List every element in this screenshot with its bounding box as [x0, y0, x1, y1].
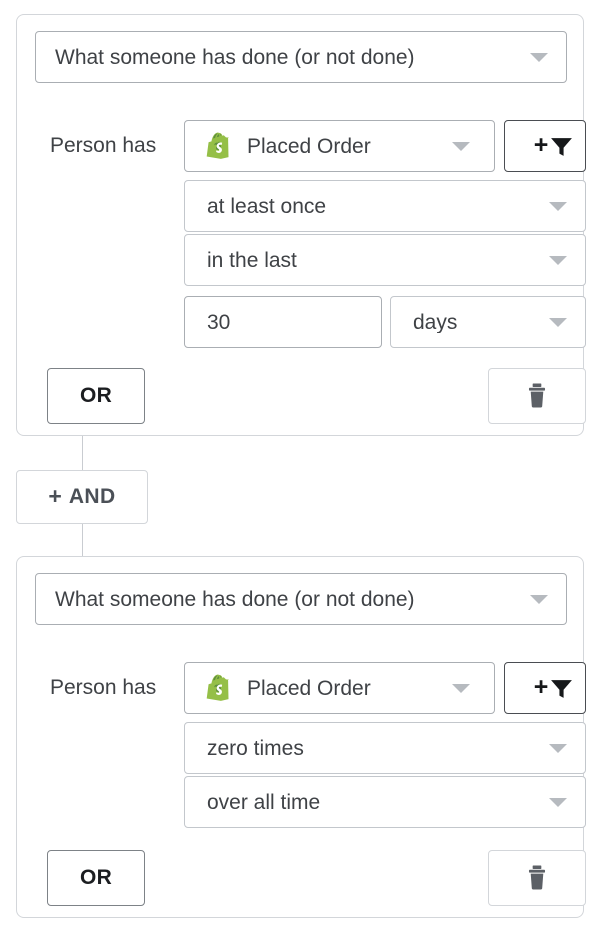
- add-and-condition-button[interactable]: + AND: [16, 470, 148, 524]
- shopify-icon: [204, 130, 236, 162]
- plus-sign: +: [533, 130, 549, 159]
- amount-input[interactable]: 30: [184, 296, 382, 348]
- and-label: AND: [68, 485, 116, 508]
- trigger-type-value: What someone has done (or not done): [55, 588, 415, 610]
- metric-select[interactable]: Placed Order: [184, 120, 495, 172]
- chevron-down-icon: [452, 684, 470, 693]
- condition-group: What someone has done (or not done) Pers…: [16, 556, 586, 918]
- chevron-down-icon: [549, 256, 567, 265]
- add-filter-button[interactable]: +: [504, 120, 586, 172]
- chevron-down-icon: [549, 318, 567, 327]
- timeframe-value: in the last: [207, 249, 297, 271]
- plus-sign: +: [533, 672, 549, 701]
- trash-icon: [528, 865, 546, 890]
- chevron-down-icon: [549, 798, 567, 807]
- chevron-down-icon: [452, 142, 470, 151]
- unit-select[interactable]: days: [390, 296, 586, 348]
- chevron-down-icon: [549, 202, 567, 211]
- add-filter-button[interactable]: +: [504, 662, 586, 714]
- frequency-select[interactable]: at least once: [184, 180, 586, 232]
- amount-value: 30: [207, 311, 231, 333]
- person-has-label: Person has: [50, 134, 157, 157]
- shopify-icon: [204, 672, 236, 704]
- person-has-label: Person has: [50, 676, 157, 699]
- connector-line-top: [82, 436, 83, 470]
- add-filter-glyph: +: [533, 672, 575, 701]
- segment-builder: What someone has done (or not done) Pers…: [0, 0, 600, 932]
- condition-group: What someone has done (or not done) Pers…: [16, 14, 586, 436]
- or-button[interactable]: OR: [47, 850, 145, 906]
- metric-select[interactable]: Placed Order: [184, 662, 495, 714]
- trigger-type-value: What someone has done (or not done): [55, 46, 415, 68]
- add-filter-glyph: +: [533, 130, 575, 159]
- plus-sign: +: [48, 482, 62, 509]
- unit-value: days: [413, 311, 458, 333]
- frequency-value: at least once: [207, 195, 327, 217]
- chevron-down-icon: [549, 744, 567, 753]
- timeframe-select[interactable]: over all time: [184, 776, 586, 828]
- trigger-type-select[interactable]: What someone has done (or not done): [35, 573, 567, 625]
- filter-funnel-icon: [551, 679, 573, 698]
- frequency-value: zero times: [207, 737, 304, 759]
- trash-icon: [528, 383, 546, 408]
- connector-line-bottom: [82, 524, 83, 556]
- chevron-down-icon: [530, 53, 548, 62]
- chevron-down-icon: [530, 595, 548, 604]
- filter-funnel-icon: [551, 137, 573, 156]
- or-button[interactable]: OR: [47, 368, 145, 424]
- delete-group-button[interactable]: [488, 850, 586, 906]
- trigger-type-select[interactable]: What someone has done (or not done): [35, 31, 567, 83]
- timeframe-select[interactable]: in the last: [184, 234, 586, 286]
- delete-group-button[interactable]: [488, 368, 586, 424]
- frequency-select[interactable]: zero times: [184, 722, 586, 774]
- timeframe-value: over all time: [207, 791, 321, 813]
